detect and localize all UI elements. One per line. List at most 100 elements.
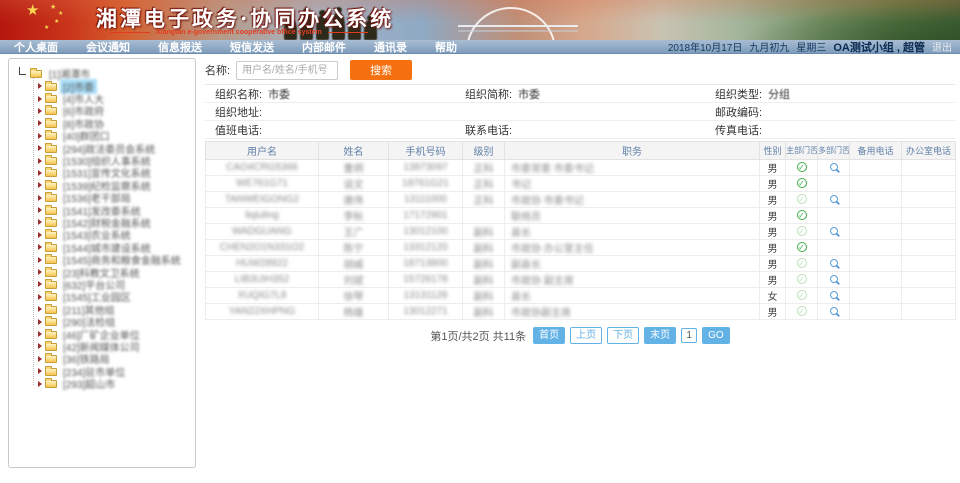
table-row[interactable]: TANWEIGONG2唐伟13111000正科市政协 市委书记男✓ [206, 192, 956, 208]
circle-check-icon: ✓ [797, 258, 807, 268]
nav-item-meeting-notice[interactable]: 会议通知 [72, 39, 144, 55]
go-button[interactable]: GO [702, 327, 730, 344]
nav-item-contacts[interactable]: 通讯录 [360, 39, 421, 55]
table-row[interactable]: CHEN2O1N331O2陈宁13312120副科市政协 办公室主任男✓ [206, 240, 956, 256]
name-text: 谈文 [344, 180, 364, 191]
magnifier-icon[interactable] [830, 227, 838, 235]
magnifier-icon[interactable] [830, 259, 838, 267]
level-text: 副科 [474, 276, 494, 287]
tree-collapsed-icon[interactable] [38, 83, 42, 89]
tree-node[interactable]: [6]市政府 [34, 105, 191, 117]
username-text: LIB3UIH352 [235, 274, 289, 285]
table-row[interactable]: LIB3UIH352刘斌15726178副科市政协 副主席男✓ [206, 272, 956, 288]
next-page-button[interactable]: 下页 [607, 327, 639, 344]
magnifier-icon[interactable] [830, 195, 838, 203]
tree-collapsed-icon[interactable] [38, 108, 42, 114]
tree-collapsed-icon[interactable] [38, 319, 42, 325]
folder-icon [45, 219, 57, 227]
magnifier-icon[interactable] [830, 307, 838, 315]
magnifier-icon[interactable] [830, 275, 838, 283]
page-number-input[interactable] [681, 328, 697, 343]
phone-text: 17172901 [403, 210, 448, 221]
folder-icon [45, 306, 57, 314]
tree-node[interactable]: [4]市人大 [34, 92, 191, 104]
position-text: 市政协副主席 [511, 308, 571, 319]
nav-item-personal-desktop[interactable]: 个人桌面 [0, 39, 72, 55]
tree-collapsed-icon[interactable] [38, 219, 42, 225]
tree-collapsed-icon[interactable] [38, 158, 42, 164]
logout-button[interactable]: 退出 [932, 39, 952, 54]
cell-position: 副县长 [505, 256, 760, 272]
tree-collapsed-icon[interactable] [38, 170, 42, 176]
table-row[interactable]: WADGUANG王广13012100副科县长男✓ [206, 224, 956, 240]
tree-node[interactable]: [2]市委 [34, 80, 191, 92]
cell-phone: 13012271 [389, 304, 463, 320]
pagination-bar: 第1页/共2页 共11条 首页上页下页末页 GO [205, 327, 955, 344]
tree-collapsed-icon[interactable] [38, 281, 42, 287]
cell-primary-dept: ✓ [786, 224, 818, 240]
magnifier-icon[interactable] [830, 163, 838, 171]
search-button[interactable]: 搜索 [350, 60, 412, 80]
cell-gender: 男 [760, 192, 786, 208]
cell-username: WADGUANG [206, 224, 319, 240]
cell-multi-dept [818, 240, 850, 256]
table-row[interactable]: YAN22XHPNG杨雄13012271副科市政协副主席男✓ [206, 304, 956, 320]
org-field-label: 组织名称: [215, 89, 262, 101]
tree-node-label[interactable]: [293]韶山市 [60, 376, 118, 391]
cell-multi-dept [818, 192, 850, 208]
nav-item-internal-mail[interactable]: 内部邮件 [288, 39, 360, 55]
table-row[interactable]: CAO4CRG5366曹炯13873097正科市委常委 市委书记男✓ [206, 160, 956, 176]
cell-position: 县长 [505, 288, 760, 304]
tree-collapsed-icon[interactable] [38, 343, 42, 349]
tree-collapsed-icon[interactable] [38, 306, 42, 312]
cell-position: 书记 [505, 176, 760, 192]
table-row[interactable]: HUW28922胡威18713800副科副县长男✓ [206, 256, 956, 272]
tree-node[interactable]: [293]韶山市 [34, 377, 191, 389]
tree-collapsed-icon[interactable] [38, 96, 42, 102]
nav-item-sms-send[interactable]: 短信发送 [216, 39, 288, 55]
org-info-cell: 传真电话: [705, 122, 955, 138]
last-page-button[interactable]: 末页 [644, 327, 676, 344]
folder-icon [45, 318, 57, 326]
tree-collapsed-icon[interactable] [38, 368, 42, 374]
cell-username: LIB3UIH352 [206, 272, 319, 288]
folder-icon [45, 132, 57, 140]
search-label: 名称: [205, 62, 230, 78]
tree-collapsed-icon[interactable] [38, 207, 42, 213]
cell-position: 市政协 市委书记 [505, 192, 760, 208]
folder-icon [45, 244, 57, 252]
cell-gender: 男 [760, 304, 786, 320]
tree-collapsed-icon[interactable] [38, 145, 42, 151]
tree-collapsed-icon[interactable] [38, 381, 42, 387]
table-row[interactable]: liqiuling李秋17172901联络员男✓ [206, 208, 956, 224]
tree-collapsed-icon[interactable] [38, 195, 42, 201]
nav-item-help[interactable]: 帮助 [421, 39, 471, 55]
cell-gender: 男 [760, 224, 786, 240]
first-page-button[interactable]: 首页 [533, 327, 565, 344]
tree-collapsed-icon[interactable] [38, 244, 42, 250]
tree-collapsed-icon[interactable] [38, 133, 42, 139]
tree-root-node[interactable]: [1]湘潭市 [19, 66, 191, 80]
tree-collapsed-icon[interactable] [38, 232, 42, 238]
cell-level: 副科 [463, 304, 505, 320]
tree-collapsed-icon[interactable] [38, 294, 42, 300]
flag-star-icon: ★ [54, 18, 59, 25]
tree-collapsed-icon[interactable] [38, 120, 42, 126]
prev-page-button[interactable]: 上页 [570, 327, 602, 344]
tree-collapsed-icon[interactable] [38, 331, 42, 337]
table-row[interactable]: WE761G71谈文18761G21正科书记男✓ [206, 176, 956, 192]
circle-check-icon: ✓ [797, 178, 807, 188]
cell-backup-phone [850, 240, 902, 256]
nav-item-info-report[interactable]: 信息报送 [144, 39, 216, 55]
tree-collapsed-icon[interactable] [38, 257, 42, 263]
tree-expanded-icon[interactable] [19, 67, 26, 75]
table-row[interactable]: XUQIG7L8徐琴13131128副科县长女✓ [206, 288, 956, 304]
tree-collapsed-icon[interactable] [38, 269, 42, 275]
tree-collapsed-icon[interactable] [38, 182, 42, 188]
tree-collapsed-icon[interactable] [38, 356, 42, 362]
search-input[interactable] [236, 61, 338, 80]
magnifier-icon[interactable] [830, 291, 838, 299]
phone-text: 13012271 [403, 306, 448, 317]
folder-icon [45, 207, 57, 215]
position-text: 市政协 副主席 [511, 276, 574, 287]
